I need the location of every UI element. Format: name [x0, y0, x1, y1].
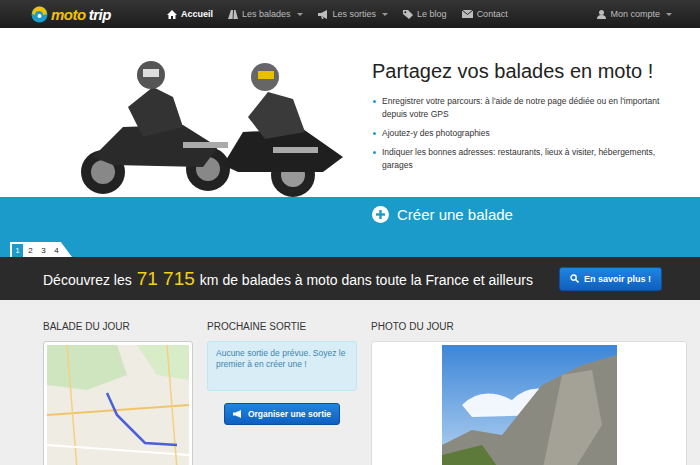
- logo-icon: [31, 6, 48, 23]
- map-picture: [47, 345, 189, 465]
- carousel-indicator[interactable]: 1: [12, 244, 23, 257]
- hero-text: Partagez vos balades en moto ! Enregistre…: [360, 28, 678, 197]
- envelope-icon: [462, 10, 473, 18]
- megaphone-icon: [318, 10, 329, 19]
- create-band: 1234 Créer une balade: [0, 197, 700, 257]
- next-outing-panel: PROCHAINE SORTIE Aucune sortie de prévue.…: [207, 300, 357, 465]
- nav-item[interactable]: Contact: [462, 9, 508, 19]
- carousel-indicator[interactable]: 4: [51, 244, 62, 257]
- feature-item: Enregistrer votre parcours: à l'aide de …: [382, 95, 678, 121]
- navbar: mototripAccueil Les balades Les sorties Le …: [0, 0, 700, 28]
- feature-list: Enregistrer votre parcours: à l'aide de …: [372, 95, 678, 172]
- carousel-indicators: 1234: [10, 242, 72, 257]
- nav-item[interactable]: Les sorties: [318, 9, 389, 19]
- photo-of-day-panel: PHOTO DU JOUR: [371, 300, 687, 465]
- nav-item[interactable]: Accueil: [167, 9, 213, 19]
- hero-image: [43, 28, 360, 197]
- road-icon: [228, 10, 238, 19]
- home-icon: [167, 10, 177, 19]
- megaphone-icon: [233, 410, 243, 418]
- photo-card[interactable]: [371, 341, 687, 465]
- plus-circle-icon: [372, 206, 389, 223]
- no-outing-alert: Aucune sortie de prévue. Soyez le premie…: [207, 341, 357, 391]
- nav-item[interactable]: Le blog: [403, 9, 447, 19]
- dropdown-caret: [297, 13, 303, 16]
- tag-icon: [403, 10, 413, 19]
- panel-title: PROCHAINE SORTIE: [207, 321, 357, 332]
- panels: BALADE DU JOUR PROCHAINE SORTIE Aucune sor…: [0, 300, 700, 465]
- logo[interactable]: mototrip: [31, 6, 167, 23]
- ride-map[interactable]: [43, 341, 193, 465]
- hero: Partagez vos balades en moto ! Enregistre…: [0, 28, 700, 197]
- learn-more-button[interactable]: En savoir plus !: [559, 267, 662, 291]
- feature-item: Indiquer les bonnes adresses: restaurant…: [382, 146, 678, 172]
- search-icon: [570, 274, 579, 283]
- photo-picture: [442, 345, 617, 465]
- km-count: 71 715: [137, 268, 195, 290]
- carousel-indicator[interactable]: 2: [25, 244, 36, 257]
- carousel-indicator[interactable]: 3: [38, 244, 49, 257]
- hero-title: Partagez vos balades en moto !: [372, 60, 678, 83]
- account-menu[interactable]: Mon compte: [597, 9, 672, 19]
- organize-outing-button[interactable]: Organiser une sortie: [224, 403, 340, 425]
- panel-title: BALADE DU JOUR: [43, 321, 193, 332]
- motorcycles-picture: [43, 47, 360, 197]
- dropdown-caret: [666, 13, 672, 16]
- stats-text: Découvrez les71 715km de balades à moto …: [43, 268, 533, 290]
- stats-banner: Découvrez les71 715km de balades à moto …: [0, 257, 700, 300]
- user-icon: [597, 10, 606, 19]
- create-ride-button[interactable]: Créer une balade: [372, 197, 513, 223]
- ride-of-day-panel: BALADE DU JOUR: [43, 300, 193, 465]
- dropdown-caret: [382, 13, 388, 16]
- nav-item[interactable]: Les balades: [228, 9, 303, 19]
- panel-title: PHOTO DU JOUR: [371, 321, 687, 332]
- nav-menu: Accueil Les balades Les sorties Le blog Cont…: [167, 9, 508, 19]
- feature-item: Ajoutez-y des photographies: [382, 127, 678, 140]
